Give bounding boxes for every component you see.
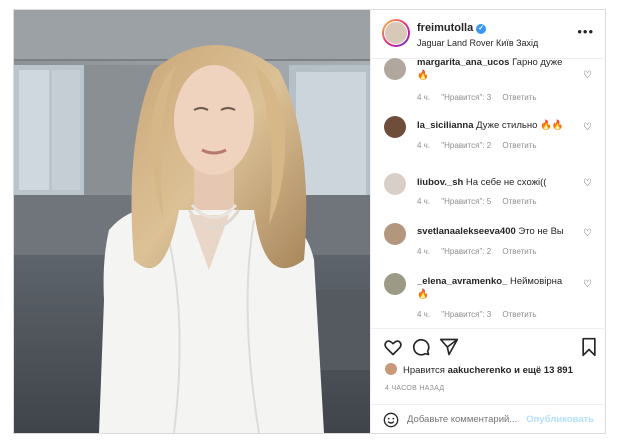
fire-emoji: 🔥 [417, 289, 429, 300]
post-photo-image [14, 10, 370, 433]
comment-heart-icon[interactable]: ♡ [583, 122, 592, 133]
comment-text: _elena_avramenko_ Неймовірна 🔥 [417, 275, 577, 301]
reply-link[interactable]: Ответить [502, 197, 536, 206]
author-avatar[interactable] [382, 19, 410, 47]
likes-summary: Нравится aakucherenko и ещё 13 891 [385, 363, 573, 376]
liker-avatar[interactable] [385, 363, 397, 375]
verified-badge-icon: ✓ [476, 24, 487, 34]
comment-avatar[interactable] [384, 273, 406, 295]
post-actions: Нравится aakucherenko и ещё 13 891 4 ЧАС… [371, 328, 606, 437]
comment-username[interactable]: liubov._sh [417, 177, 463, 188]
add-comment-row: Опубликовать [371, 404, 606, 435]
post-comment-button[interactable]: Опубликовать [526, 414, 594, 425]
comment-meta: 4 ч. "Нравится": 3 Ответить [417, 93, 546, 102]
comment-heart-icon[interactable]: ♡ [583, 279, 592, 290]
comments-list[interactable]: margarita_ana_ucos Гарно дуже 🔥 4 ч. "Нр… [371, 58, 606, 328]
comment-time: 4 ч. [417, 197, 431, 206]
post-timestamp[interactable]: 4 ЧАСОВ НАЗАД [385, 385, 444, 392]
liker-username[interactable]: aakucherenko [448, 365, 512, 376]
reply-link[interactable]: Ответить [502, 141, 536, 150]
post-location[interactable]: Jaguar Land Rover Київ Захід [417, 38, 538, 48]
likes-prefix: Нравится [403, 365, 445, 376]
comment-likes[interactable]: "Нравится": 3 [441, 310, 491, 319]
comment-meta: 4 ч. "Нравится": 5 Ответить [417, 197, 546, 206]
comment-avatar[interactable] [384, 116, 406, 138]
bookmark-icon[interactable] [579, 337, 599, 357]
comment-username[interactable]: _elena_avramenko_ [417, 276, 507, 287]
comment-meta: 4 ч. "Нравится": 2 Ответить [417, 247, 546, 256]
post-photo[interactable] [14, 10, 370, 433]
comment-meta: 4 ч. "Нравится": 2 Ответить [417, 141, 546, 150]
comment-body: Гарно дуже [512, 58, 563, 68]
comment-body: Это не Вы [518, 226, 564, 237]
share-icon[interactable] [439, 337, 459, 357]
post-card: freimutolla ✓ Jaguar Land Rover Київ Захі… [13, 9, 606, 434]
comment-meta: 4 ч. "Нравится": 3 Ответить [417, 310, 546, 319]
comment-username[interactable]: margarita_ana_ucos [417, 58, 509, 68]
fire-emoji: 🔥🔥 [540, 120, 564, 131]
comment-body: Дуже стильно [476, 120, 538, 131]
comment-time: 4 ч. [417, 247, 431, 256]
heart-icon[interactable] [383, 337, 403, 357]
comment-likes[interactable]: "Нравится": 2 [441, 247, 491, 256]
comment-text: la_sicilianna Дуже стильно 🔥🔥 [417, 119, 577, 132]
comment-input[interactable] [407, 414, 527, 425]
comment-avatar[interactable] [384, 223, 406, 245]
comment-time: 4 ч. [417, 141, 431, 150]
post-header: freimutolla ✓ Jaguar Land Rover Київ Захі… [371, 10, 606, 59]
comment-icon[interactable] [411, 337, 431, 357]
comment-likes[interactable]: "Нравится": 2 [441, 141, 491, 150]
author-username[interactable]: freimutolla [417, 22, 473, 34]
comment-body: На себе не схожі(( [465, 177, 547, 188]
reply-link[interactable]: Ответить [502, 93, 536, 102]
comment-username[interactable]: svetlanaalekseeva400 [417, 226, 516, 237]
comment-body: Неймовірна [509, 276, 563, 287]
comment-text: margarita_ana_ucos Гарно дуже 🔥 [417, 58, 577, 82]
post-side-panel: freimutolla ✓ Jaguar Land Rover Київ Захі… [370, 10, 606, 433]
comment-time: 4 ч. [417, 93, 431, 102]
comment-text: svetlanaalekseeva400 Это не Вы [417, 225, 577, 238]
comment-time: 4 ч. [417, 310, 431, 319]
comment-heart-icon[interactable]: ♡ [583, 178, 592, 189]
comment-username[interactable]: la_sicilianna [417, 120, 474, 131]
emoji-icon[interactable] [383, 412, 399, 428]
comment-heart-icon[interactable]: ♡ [583, 228, 592, 239]
comment-avatar[interactable] [384, 173, 406, 195]
comment-heart-icon[interactable]: ♡ [583, 70, 592, 81]
fire-emoji: 🔥 [417, 70, 429, 81]
more-options-icon[interactable]: ••• [577, 24, 594, 39]
comment-likes[interactable]: "Нравится": 5 [441, 197, 491, 206]
author-username-row: freimutolla ✓ [417, 22, 487, 34]
likes-count[interactable]: и ещё 13 891 [514, 365, 573, 376]
reply-link[interactable]: Ответить [502, 247, 536, 256]
reply-link[interactable]: Ответить [502, 310, 536, 319]
comment-text: liubov._sh На себе не схожі(( [417, 176, 577, 189]
comment-likes[interactable]: "Нравится": 3 [441, 93, 491, 102]
comment-avatar[interactable] [384, 58, 406, 80]
